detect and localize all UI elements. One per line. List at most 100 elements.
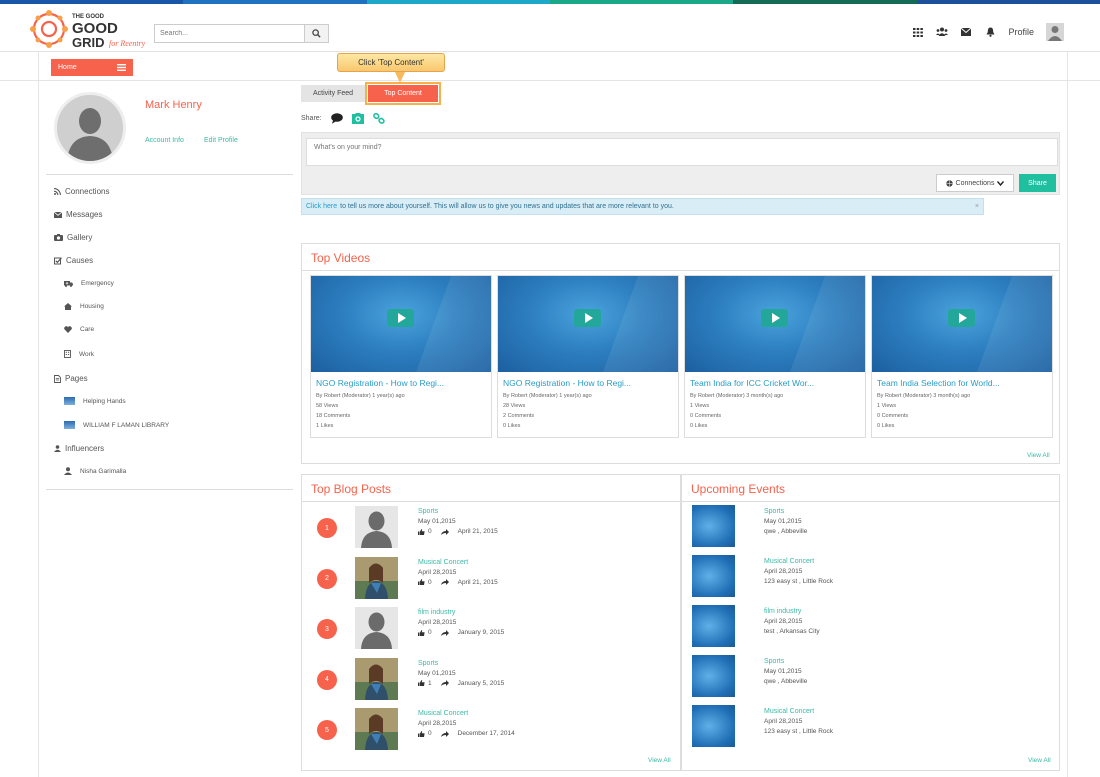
profile-photo[interactable] [54,92,126,164]
blog-title[interactable]: film industry [418,609,455,616]
tab-activity-feed[interactable]: Activity Feed [301,85,365,102]
user-icon [54,445,61,452]
click-here-link[interactable]: Click here [306,203,337,210]
event-date: April 28,2015 [764,718,803,725]
shared-date: January 5, 2015 [457,679,505,687]
view-all-blogs-link[interactable]: View All [648,757,671,764]
top-videos-title: Top Videos [302,244,1059,271]
search-button[interactable] [304,25,328,42]
users-icon[interactable] [936,26,949,38]
avatar[interactable] [1046,23,1064,41]
profile-link[interactable]: Profile [1008,27,1034,37]
rss-icon [54,188,61,195]
blog-thumbnail[interactable] [355,607,398,649]
video-title[interactable]: Team India for ICC Cricket Wor... [690,378,814,388]
blog-title[interactable]: Musical Concert [418,559,468,566]
video-card[interactable]: Team India Selection for World... By Robe… [871,275,1053,438]
event-thumbnail[interactable] [692,655,735,697]
event-title[interactable]: Sports [764,508,784,515]
building-icon [64,350,71,358]
sidebar-item-causes[interactable]: Causes [54,256,93,265]
video-card[interactable]: Team India for ICC Cricket Wor... By Robe… [684,275,866,438]
video-likes: 0 Likes [503,423,521,429]
sidebar-item-label: Gallery [67,233,93,242]
share-arrow-icon [440,579,449,585]
event-thumbnail[interactable] [692,605,735,647]
sidebar-item-label: WILLIAM F LAMAN LIBRARY [83,421,170,429]
shared-date: April 21, 2015 [457,578,498,586]
sidebar-item-connections[interactable]: Connections [54,187,109,196]
video-thumbnail[interactable] [685,276,865,372]
search-input[interactable] [155,25,304,42]
sidebar-divider [46,489,293,490]
sidebar-item-nisha[interactable]: Nisha Garimalla [64,467,126,475]
play-icon[interactable] [387,309,414,327]
sidebar-item-emergency[interactable]: Emergency [64,280,114,287]
blog-title[interactable]: Sports [418,660,438,667]
event-thumbnail[interactable] [692,555,735,597]
rank-badge: 3 [317,619,337,639]
blog-title[interactable]: Musical Concert [418,710,468,717]
bell-icon[interactable] [984,26,996,38]
blog-thumbnail[interactable] [355,708,398,750]
header-actions: Profile [912,23,1064,41]
thumbs-up-icon [418,629,425,636]
event-thumbnail[interactable] [692,705,735,747]
blog-thumbnail[interactable] [355,657,398,700]
blog-thumbnail[interactable] [355,556,398,599]
mail-icon[interactable] [960,26,972,38]
shared-date: January 9, 2015 [457,629,505,636]
event-title[interactable]: Musical Concert [764,708,814,715]
play-icon[interactable] [574,309,601,327]
play-icon[interactable] [761,309,788,327]
blog-thumbnail[interactable] [355,506,398,548]
video-card[interactable]: NGO Registration - How to Regi... By Robe… [497,275,679,438]
video-card[interactable]: NGO Registration - How to Regi... By Robe… [310,275,492,438]
video-title[interactable]: Team India Selection for World... [877,378,1000,388]
sidebar-item-gallery[interactable]: Gallery [54,233,92,242]
audience-dropdown[interactable]: Connections [936,174,1014,192]
ambulance-icon [64,281,73,287]
blog-date: April 28,2015 [418,619,457,626]
apps-grid-icon[interactable] [912,26,924,38]
link-icon[interactable] [372,113,385,124]
sidebar-item-housing[interactable]: Housing [64,303,104,310]
camera-icon [54,234,63,241]
top-header: THE GOOD GOOD GRID for Reentry Profile [0,4,1100,52]
account-info-link[interactable]: Account Info [145,137,184,144]
sidebar-item-messages[interactable]: Messages [54,210,102,219]
video-thumbnail[interactable] [311,276,491,372]
sidebar-item-pages[interactable]: Pages [54,374,88,383]
event-title[interactable]: Sports [764,658,784,665]
top-blog-posts-title: Top Blog Posts [302,475,680,502]
event-thumbnail[interactable] [692,505,735,547]
sidebar-divider [46,174,293,175]
video-thumbnail[interactable] [872,276,1052,372]
view-all-events-link[interactable]: View All [1028,757,1051,764]
tab-top-content[interactable]: Top Content [365,82,441,105]
rank-badge: 4 [317,669,337,690]
event-title[interactable]: Musical Concert [764,558,814,565]
close-icon[interactable]: × [975,203,979,210]
home-button[interactable]: Home [51,59,133,76]
video-title[interactable]: NGO Registration - How to Regi... [503,378,631,388]
sidebar-item-influencers[interactable]: Influencers [54,444,104,453]
video-title[interactable]: NGO Registration - How to Regi... [316,378,444,388]
rank-badge: 1 [317,518,337,538]
share-button[interactable]: Share [1019,174,1056,192]
play-icon[interactable] [948,309,975,327]
sidebar-item-helping-hands[interactable]: Helping Hands [64,397,126,405]
view-all-videos-link[interactable]: View All [1027,452,1050,459]
video-thumbnail[interactable] [498,276,678,372]
event-title[interactable]: film industry [764,608,801,615]
sidebar-item-care[interactable]: Care [64,326,94,333]
sidebar-item-label: Connections [65,187,110,196]
status-input[interactable] [306,138,1058,166]
sidebar-item-library[interactable]: WILLIAM F LAMAN LIBRARY [64,421,169,429]
logo[interactable]: THE GOOD GOOD GRID for Reentry [30,8,160,50]
blog-title[interactable]: Sports [418,508,438,515]
comment-icon[interactable] [330,113,343,124]
photo-icon[interactable] [351,113,364,124]
edit-profile-link[interactable]: Edit Profile [204,137,238,144]
sidebar-item-work[interactable]: Work [64,350,94,358]
